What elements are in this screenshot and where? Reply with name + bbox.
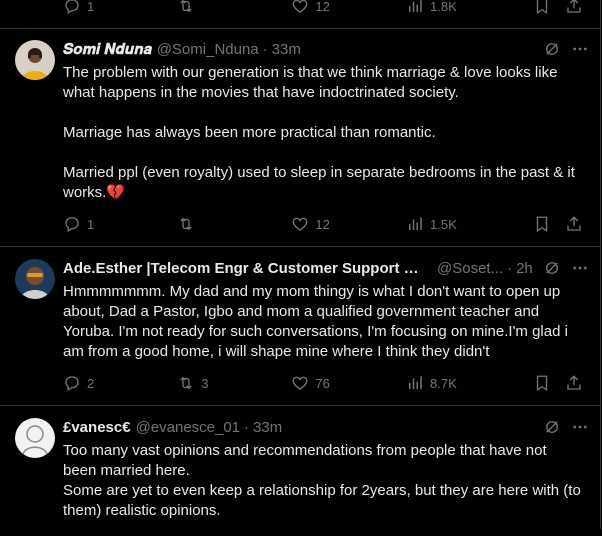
avatar[interactable]: [15, 418, 55, 458]
views-icon: [409, 0, 422, 12]
views-button[interactable]: 1.5K: [406, 215, 457, 233]
timestamp[interactable]: 33m: [272, 41, 301, 58]
reply-button[interactable]: 2: [63, 374, 101, 392]
retweet-icon: [180, 0, 192, 13]
tweet-header: £vanesc€ @evanesce_01 · 33m: [63, 417, 590, 437]
more-options-icon[interactable]: [570, 417, 590, 437]
reply-button[interactable]: 1: [63, 215, 101, 233]
tweet-header: Ade.Esther |Telecom Engr & Customer Supp…: [63, 258, 590, 278]
retweet-icon: [180, 217, 192, 231]
user-handle[interactable]: @evanesce_01: [136, 419, 240, 436]
reply-icon: [65, 217, 79, 232]
like-button[interactable]: 76: [291, 374, 330, 392]
separator-dot: ·: [262, 40, 268, 58]
reply-icon: [65, 0, 79, 14]
views-icon: [409, 376, 422, 389]
grok-icon[interactable]: [542, 39, 562, 59]
timestamp[interactable]: 33m: [253, 419, 282, 436]
heart-icon: [292, 0, 308, 13]
tweet-paragraph: Too many vast opinions and recommendatio…: [63, 442, 547, 479]
grok-icon[interactable]: [542, 417, 562, 437]
timestamp[interactable]: 2h: [516, 260, 533, 277]
tweet-paragraph: Married ppl (even royalty) used to sleep…: [63, 164, 575, 201]
tweet-actions: 1 12 1.8K: [63, 0, 583, 16]
retweet-button[interactable]: 3: [177, 374, 215, 392]
separator-dot: ·: [507, 259, 513, 277]
user-handle[interactable]: @Soset...: [437, 260, 503, 277]
retweet-count: 3: [201, 375, 209, 391]
avatar-image: [15, 418, 55, 458]
tweet-actions: 1 12 1.5K: [63, 214, 583, 234]
retweet-button[interactable]: [177, 215, 215, 233]
share-icon[interactable]: [565, 374, 583, 392]
tweet-paragraph: Marriage has always been more practical …: [63, 124, 436, 141]
like-count: 76: [315, 375, 330, 391]
view-count: 1.5K: [430, 216, 457, 232]
share-icon[interactable]: [565, 215, 583, 233]
avatar-image: [15, 40, 55, 80]
heart-icon: [292, 217, 308, 231]
more-options-icon[interactable]: [570, 258, 590, 278]
tweet[interactable]: Ade.Esther |Telecom Engr & Customer Supp…: [0, 247, 600, 406]
avatar-image: [15, 259, 55, 299]
like-button[interactable]: 12: [291, 215, 330, 233]
reply-count: 2: [87, 375, 95, 391]
tweet-extra-actions: [533, 374, 583, 392]
tweet-text: The problem with our generation is that …: [63, 63, 584, 203]
bookmark-icon[interactable]: [533, 215, 551, 233]
reply-button[interactable]: 1: [63, 0, 101, 15]
bookmark-icon[interactable]: [533, 374, 551, 392]
grok-icon[interactable]: [542, 258, 562, 278]
like-count: 12: [315, 216, 330, 232]
more-options-icon[interactable]: [570, 39, 590, 59]
views-icon: [409, 217, 422, 230]
user-handle[interactable]: @Somi_Nduna: [157, 41, 259, 58]
like-button[interactable]: 12: [291, 0, 330, 15]
tweet-actions: 2 3 76 8.7K: [63, 373, 583, 393]
bookmark-icon[interactable]: [533, 0, 551, 15]
views-button[interactable]: 8.7K: [406, 374, 457, 392]
display-name[interactable]: 𝑺𝒐𝒎𝒊 𝑵𝒅𝒖𝒏𝒂: [63, 41, 152, 58]
reply-count: 1: [87, 0, 95, 14]
display-name[interactable]: Ade.Esther |Telecom Engr & Customer Supp…: [63, 260, 423, 277]
views-button[interactable]: 1.8K: [406, 0, 457, 15]
tweet-extra-actions: [533, 0, 583, 15]
retweet-icon: [180, 376, 192, 390]
tweet-paragraph: Some are yet to even keep a relationship…: [63, 482, 581, 519]
heart-icon: [292, 376, 308, 390]
avatar[interactable]: [15, 40, 55, 80]
view-count: 8.7K: [430, 375, 457, 391]
view-count: 1.8K: [430, 0, 457, 14]
reply-icon: [65, 376, 79, 391]
retweet-button[interactable]: [177, 0, 215, 15]
tweet-paragraph: The problem with our generation is that …: [63, 64, 558, 101]
separator-dot: ·: [244, 418, 250, 436]
previous-tweet-fragment: 1 12 1.8K: [0, 0, 600, 29]
reply-count: 1: [87, 216, 95, 232]
tweet[interactable]: 𝑺𝒐𝒎𝒊 𝑵𝒅𝒖𝒏𝒂 @Somi_Nduna · 33m The problem…: [0, 28, 600, 247]
tweet-paragraph: Hmmmmmmm. My dad and my mom thingy is wh…: [63, 283, 568, 360]
tweet-text: Too many vast opinions and recommendatio…: [63, 441, 584, 521]
tweet-extra-actions: [533, 215, 583, 233]
tweet-header: 𝑺𝒐𝒎𝒊 𝑵𝒅𝒖𝒏𝒂 @Somi_Nduna · 33m: [63, 39, 590, 59]
timeline-feed: 1 12 1.8K 𝑺𝒐𝒎𝒊 𝑵𝒅𝒖𝒏𝒂 @Somi_Nduna · 33m T…: [0, 0, 601, 529]
share-icon[interactable]: [565, 0, 583, 15]
avatar[interactable]: [15, 259, 55, 299]
tweet[interactable]: £vanesc€ @evanesce_01 · 33m Too many vas…: [0, 406, 600, 536]
display-name[interactable]: £vanesc€: [63, 419, 131, 436]
tweet-text: Hmmmmmmm. My dad and my mom thingy is wh…: [63, 282, 584, 362]
like-count: 12: [315, 0, 330, 14]
